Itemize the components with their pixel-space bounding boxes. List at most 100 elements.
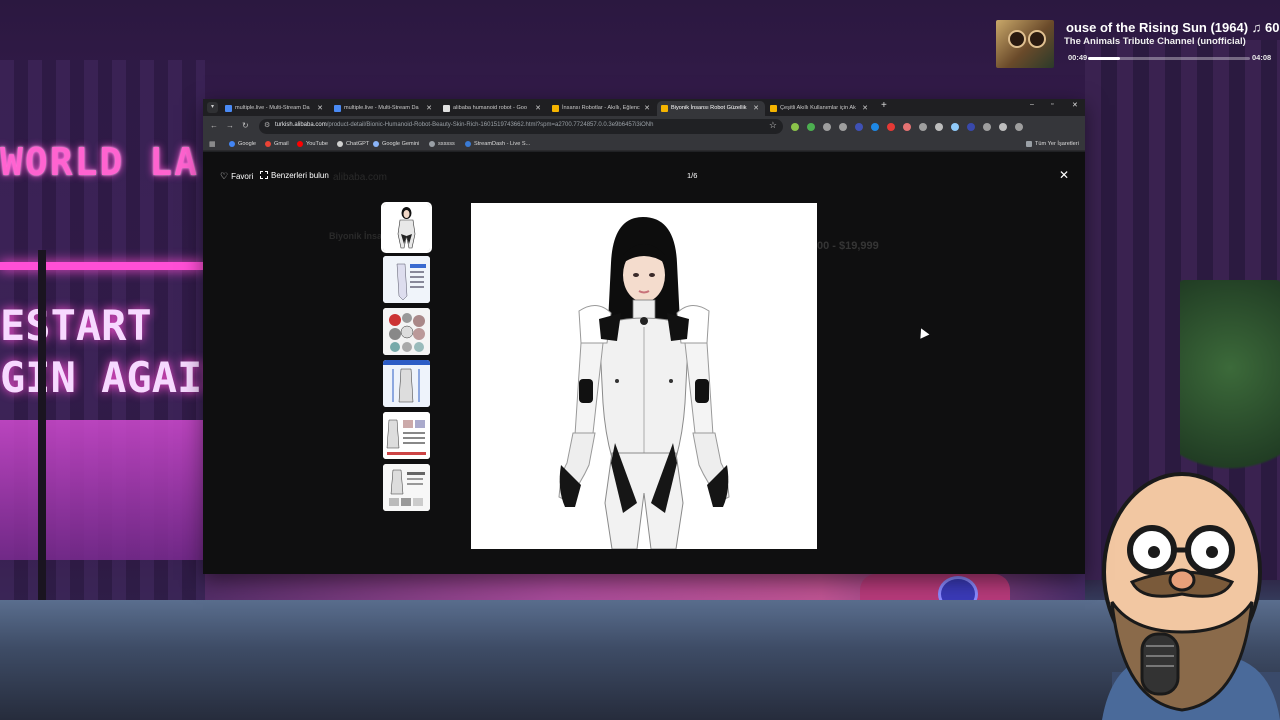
bookmark-ssssss[interactable]: ssssss: [429, 139, 455, 149]
ghost-logo: alibaba.com: [333, 172, 387, 183]
extension-icon[interactable]: [871, 123, 879, 131]
extension-icon[interactable]: [823, 123, 831, 131]
tab-6[interactable]: Çeşitli Akıllı Kullanımlar için Ak ✕: [766, 101, 874, 116]
heart-icon: ♡: [220, 171, 229, 181]
forward-button[interactable]: →: [226, 121, 234, 130]
bookmark-youtube[interactable]: YouTube: [297, 139, 328, 149]
image-counter: 1/6: [687, 171, 698, 180]
ghost-price: 00 - $19,999: [817, 240, 879, 252]
previous-image-chevron-up-icon[interactable]: ⌃: [795, 360, 803, 371]
bookmark-label: Gmail: [274, 141, 289, 147]
tab-favicon-icon: [552, 105, 559, 112]
shop-front: [0, 420, 205, 560]
tab-close-icon[interactable]: ✕: [862, 101, 868, 116]
new-tab-button[interactable]: +: [881, 100, 887, 111]
thumbnail-2[interactable]: [383, 256, 430, 303]
bookmark-star-icon[interactable]: ☆: [769, 120, 777, 131]
extension-icon[interactable]: [919, 123, 927, 131]
bookmark-label: ssssss: [438, 141, 455, 147]
next-image-chevron-down-icon[interactable]: ⌄: [795, 378, 803, 389]
extension-icon[interactable]: [951, 123, 959, 131]
tab-label: Çeşitli Akıllı Kullanımlar için Ak: [780, 105, 856, 111]
folder-icon: [1026, 141, 1032, 147]
tab-1[interactable]: multiple.live - Multi-Stream Da ✕: [221, 101, 329, 116]
tab-close-icon[interactable]: ✕: [317, 101, 323, 116]
bookmark-favicon-icon: [465, 141, 471, 147]
address-bar[interactable]: ⚙ turkish.alibaba.com/product-detail/Bio…: [259, 119, 783, 134]
extension-icon[interactable]: [999, 123, 1007, 131]
extension-icon[interactable]: [791, 123, 799, 131]
apps-grid-icon[interactable]: ▦: [209, 140, 216, 148]
tab-close-icon[interactable]: ✕: [644, 101, 650, 116]
song-artist: The Animals Tribute Channel (unofficial): [1064, 36, 1246, 47]
thumbnail-3[interactable]: [383, 308, 430, 355]
extension-icon[interactable]: [967, 123, 975, 131]
bookmark-streamdash-live-s[interactable]: StreamDash - Live S...: [465, 139, 530, 149]
minimize-button[interactable]: –: [1030, 101, 1034, 108]
extension-icon[interactable]: [1015, 123, 1023, 131]
browser-toolbar: ← → ↻ ⚙ turkish.alibaba.com/product-deta…: [203, 116, 1085, 137]
bookmark-label: StreamDash - Live S...: [474, 141, 531, 147]
thumbnail-6[interactable]: [383, 464, 430, 511]
page-content: alibaba.com Biyonik İnsansı 00 - $19,999…: [203, 152, 1085, 574]
thumbnail-1[interactable]: [381, 202, 432, 253]
tab-favicon-icon: [225, 105, 232, 112]
site-info-icon[interactable]: ⚙: [264, 121, 270, 129]
thumbnail-4[interactable]: [383, 360, 430, 407]
close-lightbox-icon[interactable]: ✕: [1059, 168, 1069, 182]
extension-icon[interactable]: [807, 123, 815, 131]
close-window-button[interactable]: ✕: [1072, 101, 1078, 109]
reload-button[interactable]: ↻: [242, 121, 249, 130]
extension-icon[interactable]: [903, 123, 911, 131]
bookmark-favicon-icon: [373, 141, 379, 147]
extension-icon[interactable]: [935, 123, 943, 131]
tab-favicon-icon: [334, 105, 341, 112]
tab-2[interactable]: multiple.live - Multi-Stream Da ✕: [330, 101, 438, 116]
browser-window: ▾ multiple.live - Multi-Stream Da ✕ multip…: [203, 99, 1085, 574]
url-path: /product-detail/Bionic-Humanoid-Robot-Be…: [326, 122, 654, 128]
all-bookmarks-label: Tüm Yer İşaretleri: [1035, 141, 1079, 147]
favorite-label: Favori: [231, 172, 254, 181]
tab-label: multiple.live - Multi-Stream Da: [344, 105, 419, 111]
tab-favicon-icon: [770, 105, 777, 112]
tab-4[interactable]: İnsansı Robotlar - Akıllı, Eğlenc ✕: [548, 101, 656, 116]
bookmark-google-gemini[interactable]: Google Gemini: [373, 139, 419, 149]
favorite-button[interactable]: ♡ Favori: [220, 171, 253, 182]
tab-bar: ▾ multiple.live - Multi-Stream Da ✕ multip…: [203, 99, 1085, 116]
tab-favicon-icon: [443, 105, 450, 112]
neon-sign-restart: ESTART GIN AGAIN: [0, 300, 228, 404]
bookmark-label: Google: [238, 141, 257, 147]
tab-close-icon[interactable]: ✕: [426, 101, 432, 116]
tab-favicon-icon: [661, 105, 668, 112]
bookmark-favicon-icon: [229, 141, 235, 147]
tab-close-icon[interactable]: ✕: [753, 101, 759, 116]
extension-icon[interactable]: [887, 123, 895, 131]
time-total: 04:08: [1252, 53, 1272, 62]
neon-sign-restart-line2: GIN AGAIN: [0, 353, 228, 402]
bookmark-label: Google Gemini: [382, 141, 420, 147]
all-bookmarks-folder[interactable]: Tüm Yer İşaretleri: [1026, 139, 1079, 149]
main-product-image[interactable]: [471, 203, 817, 549]
find-similar-button[interactable]: Benzerleri bulun: [260, 171, 329, 180]
tab-close-icon[interactable]: ✕: [535, 101, 541, 116]
extension-icon[interactable]: [983, 123, 991, 131]
tab-search-button[interactable]: ▾: [207, 102, 218, 113]
music-progress-track: [1088, 57, 1250, 60]
extension-icon[interactable]: [855, 123, 863, 131]
tab-3[interactable]: alibaba humanoid robot - Goo ✕: [439, 101, 547, 116]
bookmark-favicon-icon: [297, 141, 303, 147]
thumbnail-5[interactable]: [383, 412, 430, 459]
neon-sign-restart-line1: ESTART: [0, 301, 152, 350]
time-current: 00:49: [1068, 53, 1088, 62]
bookmark-gmail[interactable]: Gmail: [265, 139, 289, 149]
maximize-button[interactable]: ▫: [1051, 101, 1053, 108]
tab-5[interactable]: Biyonik İnsansı Robot Güzellik ✕: [657, 101, 765, 116]
bookmark-google[interactable]: Google: [229, 139, 256, 149]
album-cover: [996, 20, 1054, 68]
bookmarks-bar: ▦ Google Gmail YouTube ChatGPT Google Gemini…: [203, 137, 1085, 151]
bookmark-chatgpt[interactable]: ChatGPT: [337, 139, 369, 149]
image-search-icon: [260, 171, 268, 179]
back-button[interactable]: ←: [210, 121, 218, 130]
extension-icon[interactable]: [839, 123, 847, 131]
tab-label: alibaba humanoid robot - Goo: [453, 105, 528, 111]
